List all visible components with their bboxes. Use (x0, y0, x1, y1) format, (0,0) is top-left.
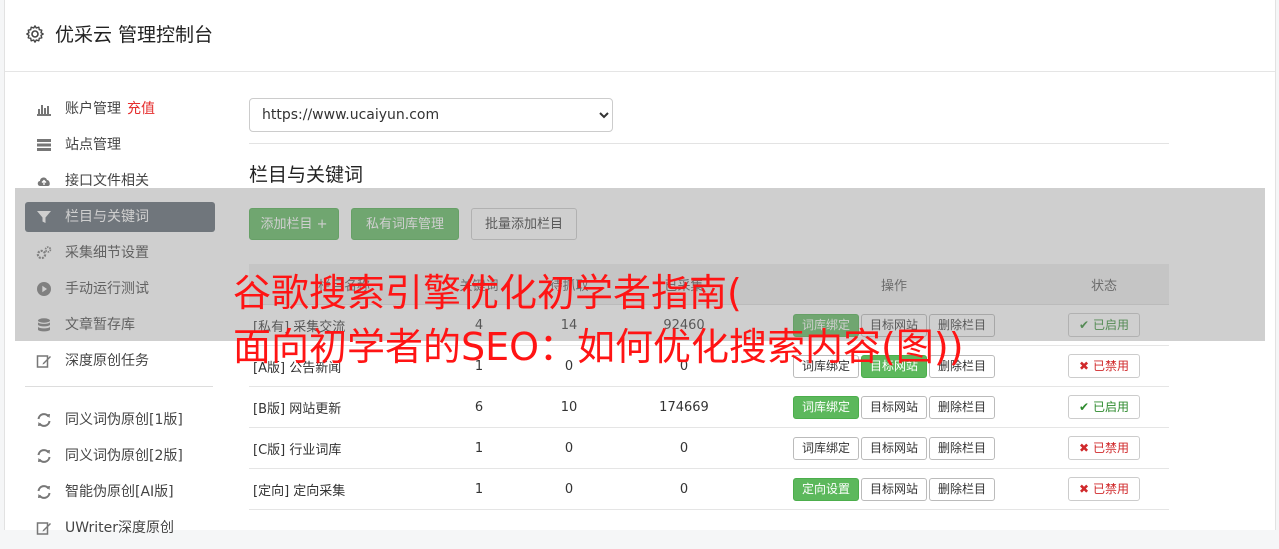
keyword-count: 1 (439, 468, 519, 510)
sidebar-item-label: 深度原创任务 (65, 353, 149, 369)
sidebar-item-label: 智能伪原创[AI版] (65, 484, 174, 500)
cross-icon: ✖ (1079, 482, 1090, 496)
delete-column-button[interactable]: 删除栏目 (929, 477, 996, 501)
delete-column-button[interactable]: 删除栏目 (929, 436, 996, 460)
keyword-count: 1 (439, 427, 519, 469)
check-icon: ✔ (1079, 400, 1090, 414)
sidebar-divider (25, 386, 213, 387)
sidebar-item-uwriter[interactable]: UWriter深度原创 (25, 513, 215, 543)
column-name: 网站更新 (289, 401, 342, 417)
column-tag: [定向] (253, 483, 290, 499)
table-row: [定向] 定向采集 1 0 0 定向设置 目标网站 删除栏目 ✖ 已禁用 (249, 468, 1169, 510)
target-site-button[interactable]: 目标网站 (860, 477, 927, 501)
column-name-cell[interactable]: [C版] 行业词库 (249, 427, 439, 469)
status-toggle[interactable]: ✖ 已禁用 (1068, 436, 1140, 460)
sidebar-item-label: 站点管理 (65, 137, 121, 153)
site-select[interactable]: https://www.ucaiyun.com (249, 98, 613, 132)
sidebar-item-synonym-v1[interactable]: 同义词伪原创[1版] (25, 405, 215, 435)
bind-lexicon-button[interactable]: 词库绑定 (792, 395, 859, 419)
sidebar-item-label: 同义词伪原创[2版] (65, 448, 183, 464)
pending-count[interactable]: 0 (519, 468, 619, 510)
column-name: 定向采集 (293, 483, 346, 499)
table-row: [B版] 网站更新 6 10 174669 词库绑定 目标网站 删除栏目 ✔ 已启用 (249, 386, 1169, 428)
sidebar-item-ai-rewrite[interactable]: 智能伪原创[AI版] (25, 477, 215, 507)
sidebar-item-label: UWriter深度原创 (65, 520, 174, 536)
sidebar-item-label: 同义词伪原创[1版] (65, 412, 183, 428)
keyword-count: 6 (439, 386, 519, 428)
status-label: 已禁用 (1092, 482, 1129, 496)
directed-settings-button[interactable]: 定向设置 (792, 477, 859, 501)
pending-count[interactable]: 10 (519, 386, 619, 428)
status-toggle[interactable]: ✖ 已禁用 (1068, 477, 1140, 501)
overlay-line-2: 面向初学者的SEO：如何优化搜索内容(图)) (233, 325, 964, 369)
edit-icon (36, 522, 51, 535)
actions-cell: 定向设置 目标网站 删除栏目 (749, 468, 1039, 510)
refresh-icon (37, 449, 51, 463)
column-name-cell[interactable]: [B版] 网站更新 (249, 386, 439, 428)
sidebar-item-sites[interactable]: 站点管理 (25, 130, 215, 160)
refresh-icon (37, 485, 51, 499)
sidebar-item-label: 账户管理 (65, 101, 121, 117)
refresh-icon (37, 413, 51, 427)
overlay-line-1: 谷歌搜索引擎优化初学者指南( (233, 271, 742, 315)
divider (249, 143, 1169, 144)
column-tag: [C版] (253, 442, 286, 458)
status-label: 已禁用 (1092, 441, 1129, 455)
section-title: 栏目与关键词 (249, 164, 364, 186)
target-site-button[interactable]: 目标网站 (860, 436, 927, 460)
column-name-cell[interactable]: [定向] 定向采集 (249, 468, 439, 510)
header: 优采云 管理控制台 (5, 0, 1275, 72)
sidebar-item-synonym-v2[interactable]: 同义词伪原创[2版] (25, 441, 215, 471)
collected-count: 0 (619, 468, 749, 510)
collected-count: 174669 (619, 386, 749, 428)
edit-icon (36, 355, 51, 368)
cloud-upload-icon (37, 177, 50, 186)
bind-lexicon-button[interactable]: 词库绑定 (792, 436, 859, 460)
collected-count: 0 (619, 427, 749, 469)
status-cell: ✖ 已禁用 (1039, 468, 1169, 510)
column-tag: [B版] (253, 401, 286, 417)
column-name: 行业词库 (289, 442, 342, 458)
recharge-link[interactable]: 充值 (127, 101, 155, 117)
target-site-button[interactable]: 目标网站 (860, 395, 927, 419)
page-title: 优采云 管理控制台 (55, 24, 214, 46)
bar-chart-icon (37, 105, 51, 116)
gear-icon (26, 25, 44, 43)
cross-icon: ✖ (1079, 441, 1090, 455)
table-row: [C版] 行业词库 1 0 0 词库绑定 目标网站 删除栏目 ✖ 已禁用 (249, 427, 1169, 469)
sidebar-item-account[interactable]: 账户管理 充值 (25, 94, 215, 124)
status-cell: ✔ 已启用 (1039, 386, 1169, 428)
status-cell: ✖ 已禁用 (1039, 427, 1169, 469)
status-toggle[interactable]: ✔ 已启用 (1068, 395, 1140, 419)
sidebar-item-deep-original[interactable]: 深度原创任务 (25, 346, 215, 376)
actions-cell: 词库绑定 目标网站 删除栏目 (749, 386, 1039, 428)
server-icon (37, 139, 51, 151)
delete-column-button[interactable]: 删除栏目 (929, 395, 996, 419)
actions-cell: 词库绑定 目标网站 删除栏目 (749, 427, 1039, 469)
pending-count[interactable]: 0 (519, 427, 619, 469)
overlay-headline: 谷歌搜索引擎优化初学者指南( 面向初学者的SEO：如何优化搜索内容(图)) (233, 266, 1233, 374)
status-label: 已启用 (1092, 400, 1129, 414)
